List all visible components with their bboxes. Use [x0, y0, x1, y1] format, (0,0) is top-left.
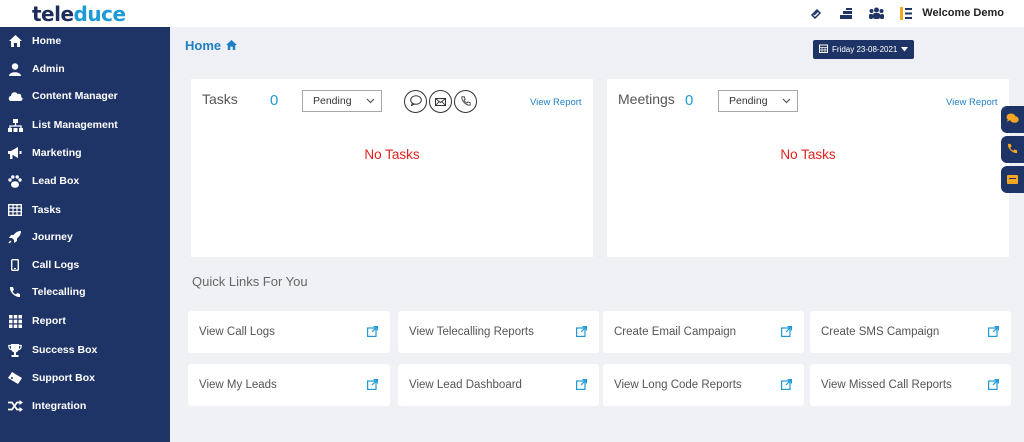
grid-icon: [7, 313, 23, 329]
phone-icon: [460, 93, 471, 111]
quick-link-create-sms-campaign[interactable]: Create SMS Campaign: [810, 311, 1011, 353]
chevron-down-icon: [366, 96, 375, 108]
quick-link-view-telecalling-reports[interactable]: View Telecalling Reports: [398, 311, 599, 353]
chat-filter-button[interactable]: [404, 90, 427, 113]
email-filter-button[interactable]: [429, 90, 452, 113]
breadcrumb[interactable]: Home: [185, 38, 238, 53]
meetings-empty-message: No Tasks: [780, 147, 836, 162]
float-chat-tab[interactable]: [1001, 106, 1024, 133]
teleduce-logo[interactable]: teleduce: [32, 2, 126, 26]
welcome-user[interactable]: Welcome Demo: [922, 7, 1004, 19]
cloud-icon: [7, 88, 23, 104]
user-icon: [7, 61, 23, 77]
trophy-icon: [7, 342, 23, 358]
users-icon[interactable]: [868, 5, 884, 21]
breadcrumb-label: Home: [185, 38, 222, 53]
external-link-icon: [576, 324, 587, 342]
quick-link-view-long-code-reports[interactable]: View Long Code Reports: [603, 364, 804, 406]
sidebar-item-home[interactable]: Home: [0, 29, 170, 53]
meetings-status-value: Pending: [729, 95, 768, 107]
link-icon[interactable]: [808, 5, 824, 21]
meetings-status-select[interactable]: Pending: [718, 90, 798, 112]
quick-link-create-email-campaign[interactable]: Create Email Campaign: [603, 311, 804, 353]
calendar-icon: [819, 44, 828, 55]
call-filter-button[interactable]: [454, 90, 477, 113]
tasks-empty-message: No Tasks: [364, 147, 420, 162]
date-picker-button[interactable]: Friday 23-08-2021: [813, 40, 915, 59]
external-link-icon: [367, 377, 378, 395]
tasks-title: Tasks: [202, 91, 238, 107]
phone-icon: [7, 284, 23, 300]
sidebar-item-integration[interactable]: Integration: [0, 394, 170, 418]
bullhorn-icon: [7, 145, 23, 161]
quick-links-title: Quick Links For You: [192, 274, 308, 289]
sidebar-item-report[interactable]: Report: [0, 309, 170, 333]
sidebar-item-marketing[interactable]: Marketing: [0, 141, 170, 165]
tasks-card: Tasks 0 Pending View Report No Tasks: [191, 79, 593, 257]
tasks-count[interactable]: 0: [270, 92, 278, 109]
external-link-icon: [781, 324, 792, 342]
external-link-icon: [367, 324, 378, 342]
message-icon: [1007, 171, 1018, 189]
date-label: Friday 23-08-2021: [832, 45, 898, 54]
meetings-title: Meetings: [618, 91, 675, 107]
ticket-icon: [7, 370, 23, 386]
external-link-icon: [988, 377, 999, 395]
chevron-down-icon: [782, 96, 791, 108]
home-icon: [7, 33, 23, 49]
quick-link-view-missed-call-reports[interactable]: View Missed Call Reports: [810, 364, 1011, 406]
quick-link-view-lead-dashboard[interactable]: View Lead Dashboard: [398, 364, 599, 406]
sidebar-item-call-logs[interactable]: Call Logs: [0, 253, 170, 277]
chat-bubbles-icon: [1006, 111, 1019, 129]
quick-link-view-my-leads[interactable]: View My Leads: [188, 364, 390, 406]
sidebar: Home Admin Content Manager List Manageme…: [0, 27, 170, 442]
chat-icon: [409, 93, 422, 111]
envelope-icon: [435, 93, 446, 111]
meetings-view-report-link[interactable]: View Report: [946, 97, 998, 108]
paw-icon: [7, 173, 23, 189]
top-bar: teleduce Welcome Demo: [0, 0, 1024, 27]
sidebar-item-list-management[interactable]: List Management: [0, 113, 170, 137]
meetings-card: Meetings 0 Pending View Report No Tasks: [607, 79, 1009, 257]
tasks-status-select[interactable]: Pending: [302, 90, 382, 112]
sitemap-icon: [7, 117, 23, 133]
float-message-tab[interactable]: [1001, 166, 1024, 193]
table-icon: [7, 202, 23, 218]
tasks-view-report-link[interactable]: View Report: [530, 97, 582, 108]
meetings-count[interactable]: 0: [685, 92, 693, 109]
page-header: Home Friday 23-08-2021: [170, 27, 1024, 65]
quick-link-view-call-logs[interactable]: View Call Logs: [188, 311, 390, 353]
float-call-tab[interactable]: [1001, 136, 1024, 163]
sidebar-item-support-box[interactable]: Support Box: [0, 366, 170, 390]
sidebar-item-lead-box[interactable]: Lead Box: [0, 169, 170, 193]
menu-icon[interactable]: [898, 5, 914, 21]
external-link-icon: [988, 324, 999, 342]
mobile-icon: [7, 257, 23, 273]
sidebar-item-content-manager[interactable]: Content Manager: [0, 84, 170, 108]
caret-down-icon: [901, 45, 909, 54]
rocket-icon: [7, 229, 23, 245]
sidebar-item-tasks[interactable]: Tasks: [0, 198, 170, 222]
external-link-icon: [576, 377, 587, 395]
sidebar-item-success-box[interactable]: Success Box: [0, 338, 170, 362]
sidebar-item-journey[interactable]: Journey: [0, 225, 170, 249]
phone-icon: [1007, 141, 1018, 159]
report-icon[interactable]: [838, 5, 854, 21]
tasks-status-value: Pending: [313, 95, 352, 107]
shuffle-icon: [7, 398, 23, 414]
home-icon: [226, 38, 238, 53]
sidebar-item-admin[interactable]: Admin: [0, 57, 170, 81]
sidebar-item-telecalling[interactable]: Telecalling: [0, 280, 170, 304]
external-link-icon: [781, 377, 792, 395]
top-icons: Welcome Demo: [808, 5, 1004, 21]
